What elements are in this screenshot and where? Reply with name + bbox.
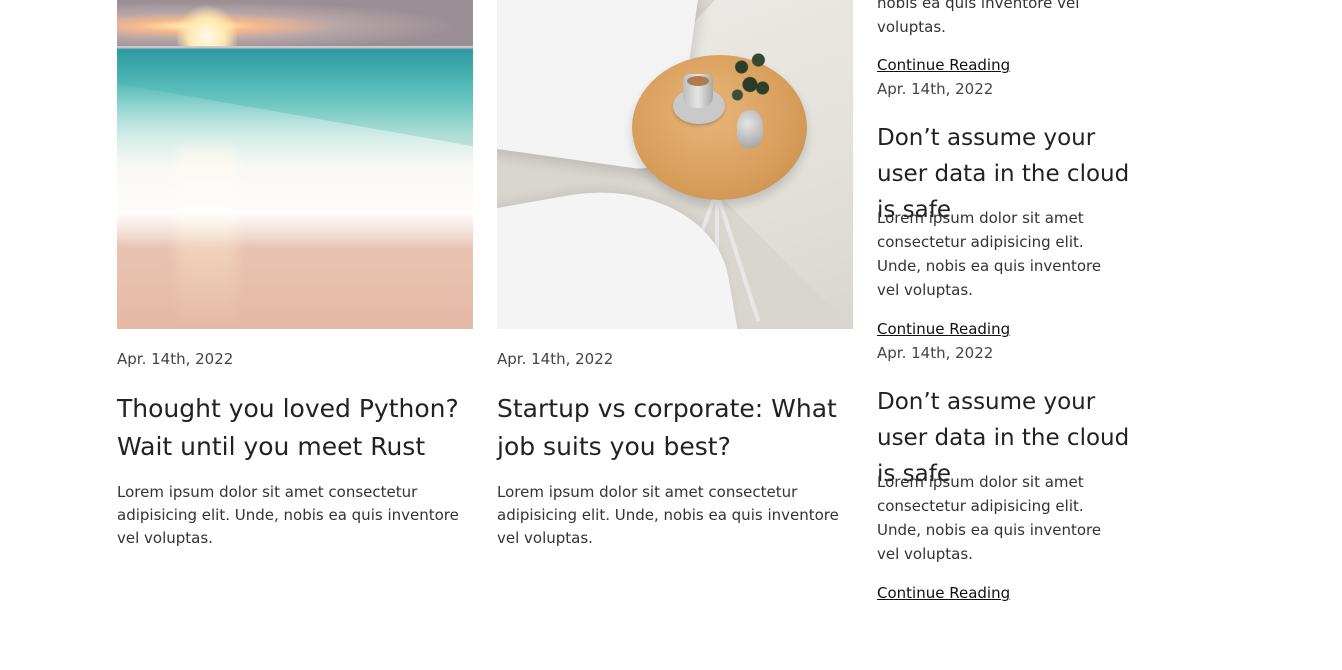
post-excerpt: Lorem ipsum dolor sit amet consectetur a… [877,209,1102,299]
sun [177,0,237,46]
post-date: Apr. 14th, 2022 [877,344,994,362]
post-title[interactable]: Startup vs corporate: What job suits you… [497,390,853,466]
post-excerpt: Lorem ipsum dolor sit amet consectetur a… [877,473,1102,563]
continue-reading-link[interactable]: Continue Reading [877,320,1010,338]
post-date: Apr. 14th, 2022 [497,350,614,368]
wave-foam [117,79,473,321]
sky [117,0,473,46]
post-excerpt: Lorem ipsum dolor sit amet consectetur a… [497,483,839,547]
post-card: Apr. 14th, 2022 Startup vs corporate: Wh… [497,0,853,547]
post-card: Apr. 14th, 2022 Thought you loved Python… [117,0,473,547]
post-image[interactable] [117,0,473,329]
vase [737,110,763,148]
post-image[interactable] [497,0,853,329]
post-date: Apr. 14th, 2022 [117,350,234,368]
post-excerpt-tail: nobis ea quis inventore vel voluptas. [877,0,1080,36]
post-excerpt: Lorem ipsum dolor sit amet consectetur a… [117,483,459,547]
plant [729,46,771,116]
continue-reading-link[interactable]: Continue Reading [877,584,1010,602]
post-title[interactable]: Thought you loved Python? Wait until you… [117,390,473,466]
table-top [632,55,807,200]
post-date: Apr. 14th, 2022 [877,80,994,98]
continue-reading-link[interactable]: Continue Reading [877,56,1010,74]
coffee-cup [683,74,713,108]
